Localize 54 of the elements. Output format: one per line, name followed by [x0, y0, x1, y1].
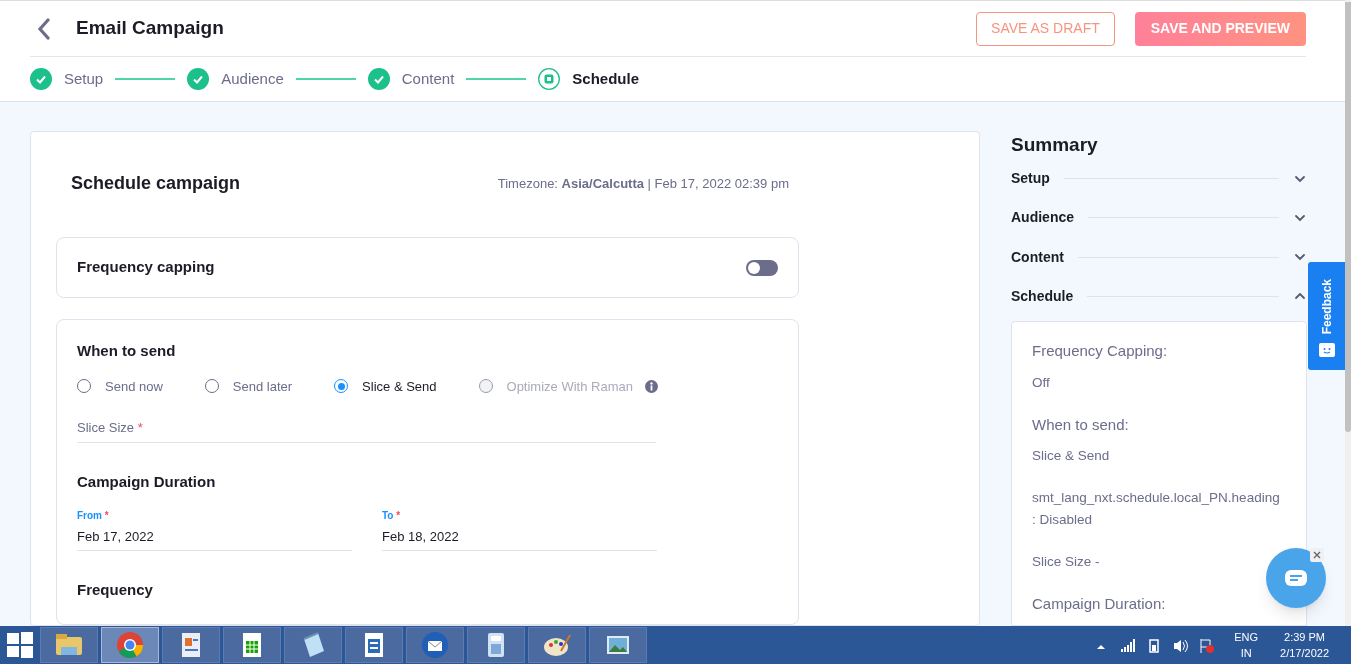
slice-size-field[interactable]: Slice Size *	[77, 418, 656, 444]
clock-time[interactable]: 2:39 PM	[1284, 629, 1325, 645]
summary-value: smt_lang_nxt.schedule.local_PN.heading : Disabled	[1032, 489, 1281, 530]
summary-section-label[interactable]: Schedule	[1011, 286, 1074, 307]
text-document-icon[interactable]	[345, 627, 403, 663]
chat-icon	[1284, 569, 1308, 587]
radio-button[interactable]	[334, 379, 349, 394]
palette-icon[interactable]	[528, 627, 586, 663]
radio-label[interactable]: Send now	[105, 376, 163, 397]
spreadsheet-icon[interactable]	[223, 627, 281, 663]
smiley-icon	[1317, 342, 1336, 358]
radio-label[interactable]: Send later	[232, 376, 293, 397]
radio-label[interactable]: Slice & Send	[362, 376, 437, 397]
timezone-text: Timezone: Asia/Calcutta | Feb 17, 2022 02:39 pm	[497, 174, 789, 193]
panel-label: Campaign Duration	[77, 472, 217, 493]
panel-label: Frequency	[77, 580, 154, 601]
notepad-icon[interactable]	[284, 627, 342, 663]
close-icon[interactable]	[1310, 548, 1324, 562]
summary-value: Off	[1032, 374, 1051, 392]
summary-value: Slice Size -	[1032, 553, 1101, 572]
summary-section-label[interactable]: Setup	[1011, 168, 1050, 189]
date-field[interactable]: To * Feb 18, 2022	[382, 507, 657, 552]
mail-icon[interactable]	[406, 627, 464, 663]
browser-icon[interactable]	[101, 627, 159, 663]
page-title: Email Campaign	[76, 16, 224, 41]
summary-heading: Campaign Duration:	[1032, 594, 1167, 615]
toggle-switch[interactable]	[746, 259, 778, 276]
panel-label: When to send	[77, 341, 177, 362]
summary-title: Summary	[1011, 133, 1099, 157]
date-field[interactable]: From * Feb 17, 2022	[77, 507, 352, 552]
summary-section-label[interactable]: Audience	[1011, 207, 1074, 229]
language-label[interactable]: ENG	[1234, 629, 1259, 645]
flag-error-icon[interactable]	[1198, 636, 1215, 654]
feedback-tab[interactable]: Feedback	[1308, 262, 1345, 370]
summary-section-label[interactable]: Content	[1011, 246, 1064, 268]
folder-icon[interactable]	[40, 627, 98, 663]
clock-date[interactable]: 2/17/2022	[1280, 645, 1329, 661]
step-label[interactable]: Schedule	[572, 67, 639, 91]
photo-viewer-icon[interactable]	[589, 627, 647, 663]
summary-heading: When to send:	[1032, 415, 1130, 435]
section-title: Schedule campaign	[71, 172, 241, 195]
step-label[interactable]: Content	[401, 67, 455, 91]
radio-button[interactable]	[204, 379, 219, 394]
summary-value: Slice & Send	[1032, 447, 1111, 466]
panel-label: Frequency capping	[77, 257, 215, 278]
radio-button[interactable]	[77, 379, 91, 394]
region-label[interactable]: IN	[1240, 645, 1252, 661]
signal-icon[interactable]	[1120, 636, 1137, 654]
step-label[interactable]: Audience	[221, 67, 284, 91]
info-icon	[644, 379, 658, 393]
summary-heading: Frequency Capping:	[1032, 341, 1169, 362]
document-icon[interactable]	[162, 627, 220, 663]
step-label[interactable]: Setup	[64, 67, 104, 91]
calculator-icon[interactable]	[467, 627, 525, 663]
